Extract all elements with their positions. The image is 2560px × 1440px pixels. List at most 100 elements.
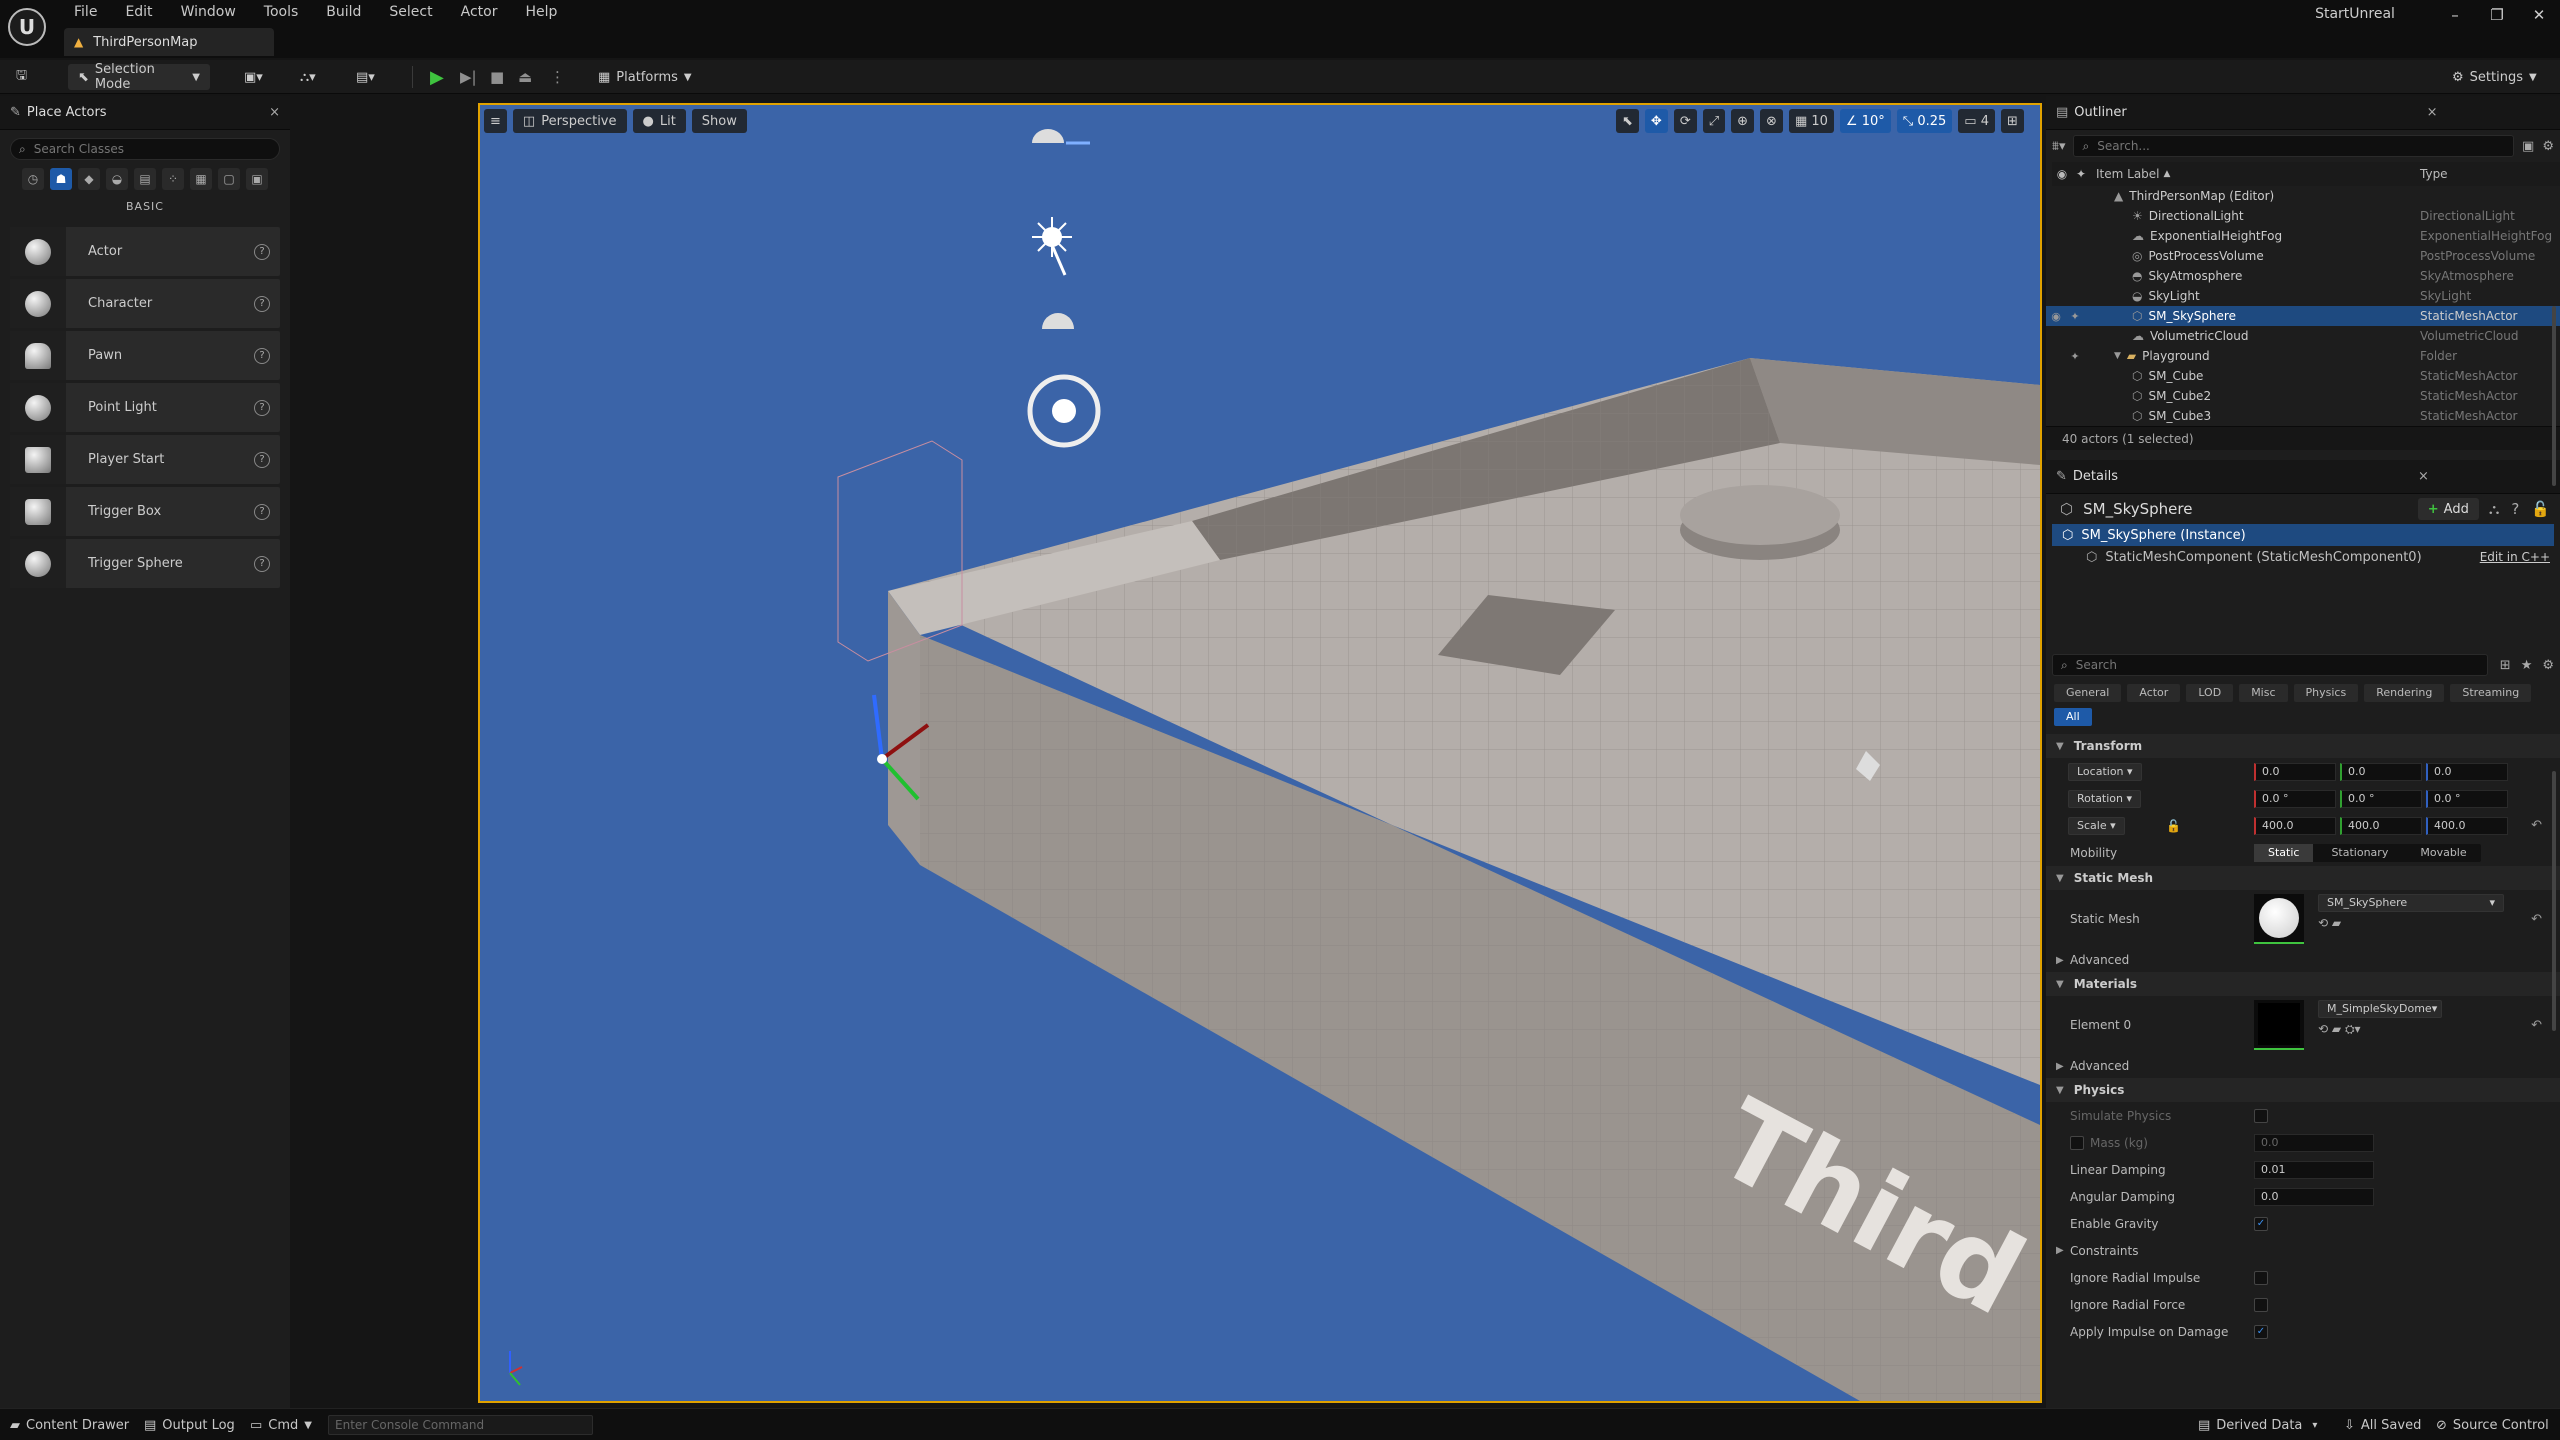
volumes-icon[interactable]: ▦ — [190, 168, 212, 190]
pin-icon[interactable]: ✦ — [2066, 310, 2084, 323]
basic-category-icon[interactable]: ☗ — [50, 168, 72, 190]
scale-z-field[interactable]: 400.0 — [2426, 816, 2508, 835]
browse-icon[interactable]: ▰ — [2332, 1022, 2341, 1036]
add-folder-icon[interactable]: ▣ — [2522, 139, 2534, 154]
help-icon[interactable]: ? — [2511, 500, 2519, 518]
close-window-icon[interactable]: ✕ — [2518, 0, 2560, 30]
scale-lock-icon[interactable]: 🔓 — [2166, 819, 2181, 833]
source-control-button[interactable]: ⊘ Source Control — [2436, 1409, 2549, 1440]
outliner-row[interactable]: ◎ PostProcessVolume PostProcessVolume — [2046, 246, 2560, 266]
scale-dropdown[interactable]: Scale ▾ — [2068, 816, 2125, 835]
outliner-settings-icon[interactable]: ⚙ — [2542, 139, 2554, 154]
filter-actor[interactable]: Actor — [2127, 684, 2181, 702]
enable-gravity-checkbox[interactable]: ✓ — [2254, 1216, 2268, 1231]
ignore-radial-impulse-checkbox[interactable] — [2254, 1270, 2268, 1285]
grid-snap-button[interactable]: ▦ 10 — [1788, 109, 1834, 133]
recent-icon[interactable]: ◷ — [22, 168, 44, 190]
location-dropdown[interactable]: Location ▾ — [2068, 762, 2142, 781]
filter-rendering[interactable]: Rendering — [2364, 684, 2445, 702]
rotate-icon[interactable]: ⟳ — [1673, 109, 1697, 133]
close-tab-icon[interactable]: × — [2418, 469, 2429, 484]
scale-y-field[interactable]: 400.0 — [2340, 816, 2422, 835]
rotation-dropdown[interactable]: Rotation ▾ — [2068, 789, 2142, 808]
menu-actor[interactable]: Actor — [447, 0, 512, 24]
layout-icon[interactable]: ⊞ — [2000, 109, 2024, 133]
menu-help[interactable]: Help — [511, 0, 571, 24]
visibility-eye-icon[interactable]: ◉ — [2046, 310, 2066, 323]
outliner-row[interactable]: ☁ VolumetricCloud VolumetricCloud — [2046, 326, 2560, 346]
table-view-icon[interactable]: ⊞ — [2500, 658, 2511, 673]
output-log-button[interactable]: ▤ Output Log — [144, 1409, 235, 1440]
use-selected-icon[interactable]: ⟲ — [2318, 916, 2328, 930]
outliner-row[interactable]: ◒ SkyLight SkyLight — [2046, 286, 2560, 306]
blueprint-icon[interactable]: ⛬ — [2489, 500, 2500, 518]
platforms-dropdown[interactable]: ▦ Platforms ▼ — [598, 64, 692, 90]
materials-section[interactable]: ▼ Materials — [2046, 972, 2560, 996]
menu-window[interactable]: Window — [167, 0, 250, 24]
mobility-static[interactable]: Static — [2254, 843, 2314, 862]
help-icon[interactable]: ? — [254, 555, 270, 572]
rotation-y-field[interactable]: 0.0 ° — [2340, 789, 2422, 808]
simulate-physics-checkbox[interactable] — [2254, 1108, 2268, 1123]
blueprint-icon[interactable]: ⛬▾ — [300, 64, 316, 90]
outliner-scrollbar[interactable] — [2552, 306, 2556, 486]
stop-icon[interactable]: ■ — [490, 64, 504, 90]
material-thumbnail[interactable] — [2254, 1000, 2304, 1050]
materials-advanced[interactable]: ▶ Advanced — [2046, 1054, 2560, 1078]
surface-snap-icon[interactable]: ⊗ — [1760, 109, 1783, 133]
item-label-header[interactable]: Item Label — [2096, 167, 2160, 181]
mobility-stationary[interactable]: Stationary — [2317, 844, 2402, 862]
scale-x-field[interactable]: 400.0 — [2254, 816, 2336, 835]
derived-data-button[interactable]: ▤ Derived Data ▾ — [2198, 1409, 2317, 1440]
menu-tools[interactable]: Tools — [250, 0, 313, 24]
reset-arrow-icon[interactable]: ↶ — [2531, 912, 2542, 927]
material-options-icon[interactable]: ⛭▾ — [2345, 1022, 2361, 1036]
details-actor-name[interactable]: SM_SkySphere — [2083, 500, 2192, 518]
viewport-menu-icon[interactable]: ≡ — [484, 109, 507, 133]
menu-select[interactable]: Select — [375, 0, 446, 24]
outliner-root[interactable]: ▲ ThirdPersonMap (Editor) — [2046, 186, 2560, 206]
world-space-icon[interactable]: ⊕ — [1731, 109, 1755, 133]
cinematic-icon[interactable]: ▤ — [134, 168, 156, 190]
browse-icon[interactable]: ▰ — [2332, 916, 2341, 930]
outliner-row[interactable]: ◓ SkyAtmosphere SkyAtmosphere — [2046, 266, 2560, 286]
content-drawer-button[interactable]: ▰ Content Drawer — [10, 1409, 129, 1440]
perspective-dropdown[interactable]: ◫ Perspective — [512, 109, 627, 133]
outliner-tab[interactable]: ▤ Outliner × — [2046, 96, 2560, 130]
outliner-row[interactable]: ☁ ExponentialHeightFog ExponentialHeightF… — [2046, 226, 2560, 246]
help-icon[interactable]: ? — [254, 399, 270, 416]
static-mesh-picker[interactable]: SM_SkySphere ▾ — [2318, 894, 2504, 912]
transform-section[interactable]: ▼ Transform — [2046, 734, 2560, 758]
close-tab-icon[interactable]: × — [2427, 105, 2438, 120]
outliner-row[interactable]: ⬡ SM_Cube2 StaticMeshActor — [2046, 386, 2560, 406]
details-scrollbar[interactable] — [2552, 771, 2556, 1031]
geometry-icon[interactable]: ▢ — [218, 168, 240, 190]
filter-general[interactable]: General — [2054, 684, 2122, 702]
mass-override-checkbox[interactable] — [2070, 1135, 2084, 1150]
search-classes-input[interactable] — [33, 142, 234, 156]
outliner-row[interactable]: ⬡ SM_Cube StaticMeshActor — [2046, 366, 2560, 386]
lights-icon[interactable]: ◆ — [78, 168, 100, 190]
reset-arrow-icon[interactable]: ↶ — [2531, 1018, 2542, 1033]
place-actors-tab[interactable]: ✎ Place Actors × — [0, 96, 290, 130]
mass-field[interactable]: 0.0 — [2254, 1133, 2374, 1152]
details-tab[interactable]: ✎ Details × — [2046, 460, 2560, 494]
component-instance-row[interactable]: ⬡ SM_SkySphere (Instance) — [2052, 524, 2554, 546]
linear-damping-field[interactable]: 0.01 — [2254, 1160, 2374, 1179]
edit-in-cpp-link[interactable]: Edit in C++ — [2480, 550, 2550, 564]
unreal-logo-icon[interactable]: U — [8, 8, 46, 46]
more-options-icon[interactable]: ⋮ — [550, 64, 565, 90]
actor-item-trigger-sphere[interactable]: Trigger Sphere ? — [10, 539, 280, 588]
static-mesh-advanced[interactable]: ▶ Advanced — [2046, 948, 2560, 972]
expand-arrow-icon[interactable]: ▼ — [2114, 351, 2121, 361]
camera-speed-button[interactable]: ▭ 4 — [1958, 109, 1995, 133]
actor-item-character[interactable]: Character ? — [10, 279, 280, 328]
cinematics-icon[interactable]: ▤▾ — [356, 64, 375, 90]
advance-frame-icon[interactable]: ▶| — [460, 64, 477, 90]
all-saved-button[interactable]: ⇩ All Saved — [2344, 1409, 2421, 1440]
visual-effects-icon[interactable]: ⁘ — [162, 168, 184, 190]
translate-icon[interactable]: ✥ — [1644, 109, 1668, 133]
console-input[interactable]: Enter Console Command — [328, 1415, 593, 1435]
actor-item-pawn[interactable]: Pawn ? — [10, 331, 280, 380]
menu-file[interactable]: File — [60, 0, 111, 24]
